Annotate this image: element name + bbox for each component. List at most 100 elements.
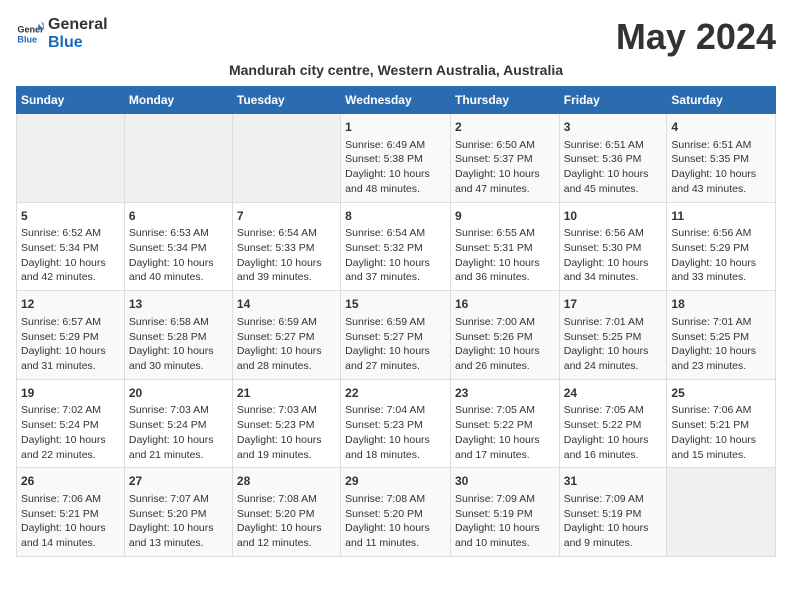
daylight-text: Daylight: 10 hours and 9 minutes. bbox=[564, 521, 663, 550]
sunset-text: Sunset: 5:20 PM bbox=[129, 507, 228, 522]
calendar-cell-w2-d7: 11Sunrise: 6:56 AMSunset: 5:29 PMDayligh… bbox=[667, 202, 776, 291]
day-number: 9 bbox=[455, 208, 555, 225]
calendar-cell-w5-d3: 28 Sunrise: 7:08 AMSunset: 5:20 PMDayligh… bbox=[232, 468, 340, 557]
calendar-week-3: 12Sunrise: 6:57 AMSunset: 5:29 PMDayligh… bbox=[17, 291, 776, 380]
daylight-text: Daylight: 10 hours and 17 minutes. bbox=[455, 433, 555, 462]
calendar-cell-w5-d7 bbox=[667, 468, 776, 557]
daylight-text: Daylight: 10 hours and 22 minutes. bbox=[21, 433, 120, 462]
day-number: 26 bbox=[21, 473, 120, 490]
calendar-cell-w3-d4: 15Sunrise: 6:59 AMSunset: 5:27 PMDayligh… bbox=[341, 291, 451, 380]
col-thursday: Thursday bbox=[450, 87, 559, 114]
calendar-cell-w1-d2 bbox=[124, 114, 232, 203]
sunrise-text: Sunrise: 6:51 AM bbox=[671, 138, 771, 153]
sunrise-text: Sunrise: 6:51 AM bbox=[564, 138, 663, 153]
sunrise-text: Sunrise: 7:08 AM bbox=[237, 492, 336, 507]
day-number: 29 bbox=[345, 473, 446, 490]
sunset-text: Sunset: 5:20 PM bbox=[345, 507, 446, 522]
day-number: 13 bbox=[129, 296, 228, 313]
calendar-cell-w4-d1: 19Sunrise: 7:02 AMSunset: 5:24 PMDayligh… bbox=[17, 379, 125, 468]
day-number: 16 bbox=[455, 296, 555, 313]
calendar-cell-w2-d4: 8Sunrise: 6:54 AMSunset: 5:32 PMDaylight… bbox=[341, 202, 451, 291]
day-number: 31 bbox=[564, 473, 663, 490]
sunrise-text: Sunrise: 6:52 AM bbox=[21, 226, 120, 241]
daylight-text: Daylight: 10 hours and 10 minutes. bbox=[455, 521, 555, 550]
day-number: 20 bbox=[129, 385, 228, 402]
sunrise-text: Sunrise: 7:01 AM bbox=[671, 315, 771, 330]
calendar-cell-w3-d5: 16Sunrise: 7:00 AMSunset: 5:26 PMDayligh… bbox=[450, 291, 559, 380]
day-number: 24 bbox=[564, 385, 663, 402]
calendar-cell-w2-d6: 10Sunrise: 6:56 AMSunset: 5:30 PMDayligh… bbox=[559, 202, 667, 291]
day-number: 15 bbox=[345, 296, 446, 313]
sunrise-text: Sunrise: 7:01 AM bbox=[564, 315, 663, 330]
day-number: 27 bbox=[129, 473, 228, 490]
sunrise-text: Sunrise: 7:06 AM bbox=[21, 492, 120, 507]
logo: General Blue General Blue bbox=[16, 16, 108, 51]
sunset-text: Sunset: 5:20 PM bbox=[237, 507, 336, 522]
sunset-text: Sunset: 5:22 PM bbox=[564, 418, 663, 433]
calendar-cell-w4-d6: 24Sunrise: 7:05 AMSunset: 5:22 PMDayligh… bbox=[559, 379, 667, 468]
sunrise-text: Sunrise: 6:53 AM bbox=[129, 226, 228, 241]
calendar-cell-w5-d5: 30Sunrise: 7:09 AMSunset: 5:19 PMDayligh… bbox=[450, 468, 559, 557]
col-sunday: Sunday bbox=[17, 87, 125, 114]
daylight-text: Daylight: 10 hours and 13 minutes. bbox=[129, 521, 228, 550]
day-number: 28 bbox=[237, 473, 336, 490]
sunrise-text: Sunrise: 7:02 AM bbox=[21, 403, 120, 418]
daylight-text: Daylight: 10 hours and 39 minutes. bbox=[237, 256, 336, 285]
daylight-text: Daylight: 10 hours and 18 minutes. bbox=[345, 433, 446, 462]
day-number: 12 bbox=[21, 296, 120, 313]
logo-icon: General Blue bbox=[16, 20, 44, 48]
sunset-text: Sunset: 5:19 PM bbox=[564, 507, 663, 522]
daylight-text: Daylight: 10 hours and 34 minutes. bbox=[564, 256, 663, 285]
day-number: 25 bbox=[671, 385, 771, 402]
sunrise-text: Sunrise: 7:03 AM bbox=[129, 403, 228, 418]
sunset-text: Sunset: 5:27 PM bbox=[345, 330, 446, 345]
day-number: 1 bbox=[345, 119, 446, 136]
daylight-text: Daylight: 10 hours and 24 minutes. bbox=[564, 344, 663, 373]
calendar-cell-w4-d3: 21Sunrise: 7:03 AMSunset: 5:23 PMDayligh… bbox=[232, 379, 340, 468]
sunrise-text: Sunrise: 6:58 AM bbox=[129, 315, 228, 330]
sunrise-text: Sunrise: 6:54 AM bbox=[345, 226, 446, 241]
calendar-cell-w5-d4: 29 Sunrise: 7:08 AMSunset: 5:20 PMDayligh… bbox=[341, 468, 451, 557]
calendar-week-5: 26Sunrise: 7:06 AMSunset: 5:21 PMDayligh… bbox=[17, 468, 776, 557]
sunrise-text: Sunrise: 6:56 AM bbox=[671, 226, 771, 241]
day-number: 30 bbox=[455, 473, 555, 490]
sunset-text: Sunset: 5:21 PM bbox=[671, 418, 771, 433]
daylight-text: Daylight: 10 hours and 37 minutes. bbox=[345, 256, 446, 285]
sunrise-text: Sunrise: 6:55 AM bbox=[455, 226, 555, 241]
daylight-text: Daylight: 10 hours and 15 minutes. bbox=[671, 433, 771, 462]
daylight-text: Daylight: 10 hours and 48 minutes. bbox=[345, 167, 446, 196]
daylight-text: Daylight: 10 hours and 28 minutes. bbox=[237, 344, 336, 373]
sunset-text: Sunset: 5:24 PM bbox=[129, 418, 228, 433]
calendar-cell-w4-d7: 25Sunrise: 7:06 AMSunset: 5:21 PMDayligh… bbox=[667, 379, 776, 468]
calendar-cell-w4-d5: 23Sunrise: 7:05 AMSunset: 5:22 PMDayligh… bbox=[450, 379, 559, 468]
sunset-text: Sunset: 5:22 PM bbox=[455, 418, 555, 433]
calendar-cell-w2-d5: 9Sunrise: 6:55 AMSunset: 5:31 PMDaylight… bbox=[450, 202, 559, 291]
daylight-text: Daylight: 10 hours and 12 minutes. bbox=[237, 521, 336, 550]
calendar-cell-w4-d2: 20Sunrise: 7:03 AMSunset: 5:24 PMDayligh… bbox=[124, 379, 232, 468]
daylight-text: Daylight: 10 hours and 47 minutes. bbox=[455, 167, 555, 196]
calendar-cell-w3-d3: 14Sunrise: 6:59 AMSunset: 5:27 PMDayligh… bbox=[232, 291, 340, 380]
sunset-text: Sunset: 5:35 PM bbox=[671, 152, 771, 167]
calendar-cell-w1-d3 bbox=[232, 114, 340, 203]
day-number: 14 bbox=[237, 296, 336, 313]
sunset-text: Sunset: 5:25 PM bbox=[564, 330, 663, 345]
calendar-cell-w1-d1 bbox=[17, 114, 125, 203]
day-number: 21 bbox=[237, 385, 336, 402]
daylight-text: Daylight: 10 hours and 33 minutes. bbox=[671, 256, 771, 285]
sunrise-text: Sunrise: 6:56 AM bbox=[564, 226, 663, 241]
sunset-text: Sunset: 5:25 PM bbox=[671, 330, 771, 345]
day-number: 4 bbox=[671, 119, 771, 136]
calendar-week-2: 5Sunrise: 6:52 AMSunset: 5:34 PMDaylight… bbox=[17, 202, 776, 291]
sunrise-text: Sunrise: 7:08 AM bbox=[345, 492, 446, 507]
daylight-text: Daylight: 10 hours and 14 minutes. bbox=[21, 521, 120, 550]
calendar-cell-w2-d1: 5Sunrise: 6:52 AMSunset: 5:34 PMDaylight… bbox=[17, 202, 125, 291]
daylight-text: Daylight: 10 hours and 11 minutes. bbox=[345, 521, 446, 550]
day-number: 17 bbox=[564, 296, 663, 313]
calendar-cell-w3-d2: 13Sunrise: 6:58 AMSunset: 5:28 PMDayligh… bbox=[124, 291, 232, 380]
day-number: 23 bbox=[455, 385, 555, 402]
calendar-week-4: 19Sunrise: 7:02 AMSunset: 5:24 PMDayligh… bbox=[17, 379, 776, 468]
sunset-text: Sunset: 5:34 PM bbox=[129, 241, 228, 256]
sunset-text: Sunset: 5:27 PM bbox=[237, 330, 336, 345]
sunset-text: Sunset: 5:28 PM bbox=[129, 330, 228, 345]
day-number: 6 bbox=[129, 208, 228, 225]
